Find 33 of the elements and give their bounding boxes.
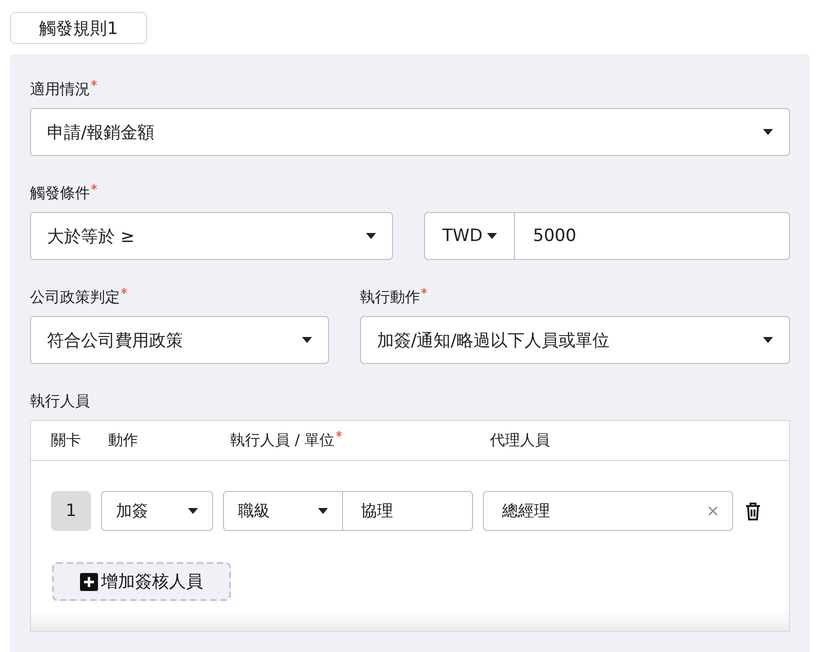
caret-icon bbox=[486, 233, 497, 239]
column-header: 代理人員 bbox=[490, 431, 550, 450]
clear-icon[interactable] bbox=[708, 506, 718, 516]
column-header: 關卡 bbox=[51, 431, 81, 450]
caret-icon bbox=[763, 337, 773, 343]
currency-select[interactable]: TWD bbox=[425, 213, 515, 259]
column-header: 執行人員 / 單位 bbox=[230, 431, 335, 450]
target-field[interactable]: 協理 bbox=[343, 491, 473, 531]
applicable-select[interactable]: 申請/報銷金額 bbox=[30, 108, 790, 156]
rule-tab[interactable]: 觸發規則1 bbox=[10, 12, 147, 44]
field-label: 公司政策判定 bbox=[30, 288, 120, 307]
operator-select[interactable]: 大於等於 ≥ bbox=[30, 212, 393, 260]
plus-icon bbox=[80, 572, 98, 590]
column-header: 動作 bbox=[108, 431, 138, 450]
caret-icon bbox=[318, 508, 328, 514]
add-approver-button[interactable]: 增加簽核人員 bbox=[52, 562, 231, 601]
field-label: 執行動作 bbox=[360, 288, 420, 307]
caret-icon bbox=[188, 508, 198, 514]
type-dropdown[interactable]: 職級 bbox=[223, 491, 343, 531]
amount-field[interactable]: TWD 5000 bbox=[424, 212, 790, 260]
caret-icon bbox=[302, 337, 312, 343]
policy-select[interactable]: 符合公司費用政策 bbox=[30, 316, 329, 364]
section-label: 執行人員 bbox=[30, 392, 90, 411]
amount-value: 5000 bbox=[532, 225, 578, 248]
trash-icon[interactable] bbox=[745, 502, 761, 520]
action-dropdown[interactable]: 加簽 bbox=[101, 491, 213, 531]
field-label: 適用情況 bbox=[30, 80, 90, 99]
action-select[interactable]: 加簽/通知/略過以下人員或單位 bbox=[360, 316, 790, 364]
proxy-field[interactable]: 總經理 bbox=[483, 491, 733, 531]
caret-icon bbox=[366, 233, 376, 239]
caret-icon bbox=[763, 129, 773, 135]
field-label: 觸發條件 bbox=[30, 184, 90, 203]
stage-number: 1 bbox=[51, 491, 91, 531]
